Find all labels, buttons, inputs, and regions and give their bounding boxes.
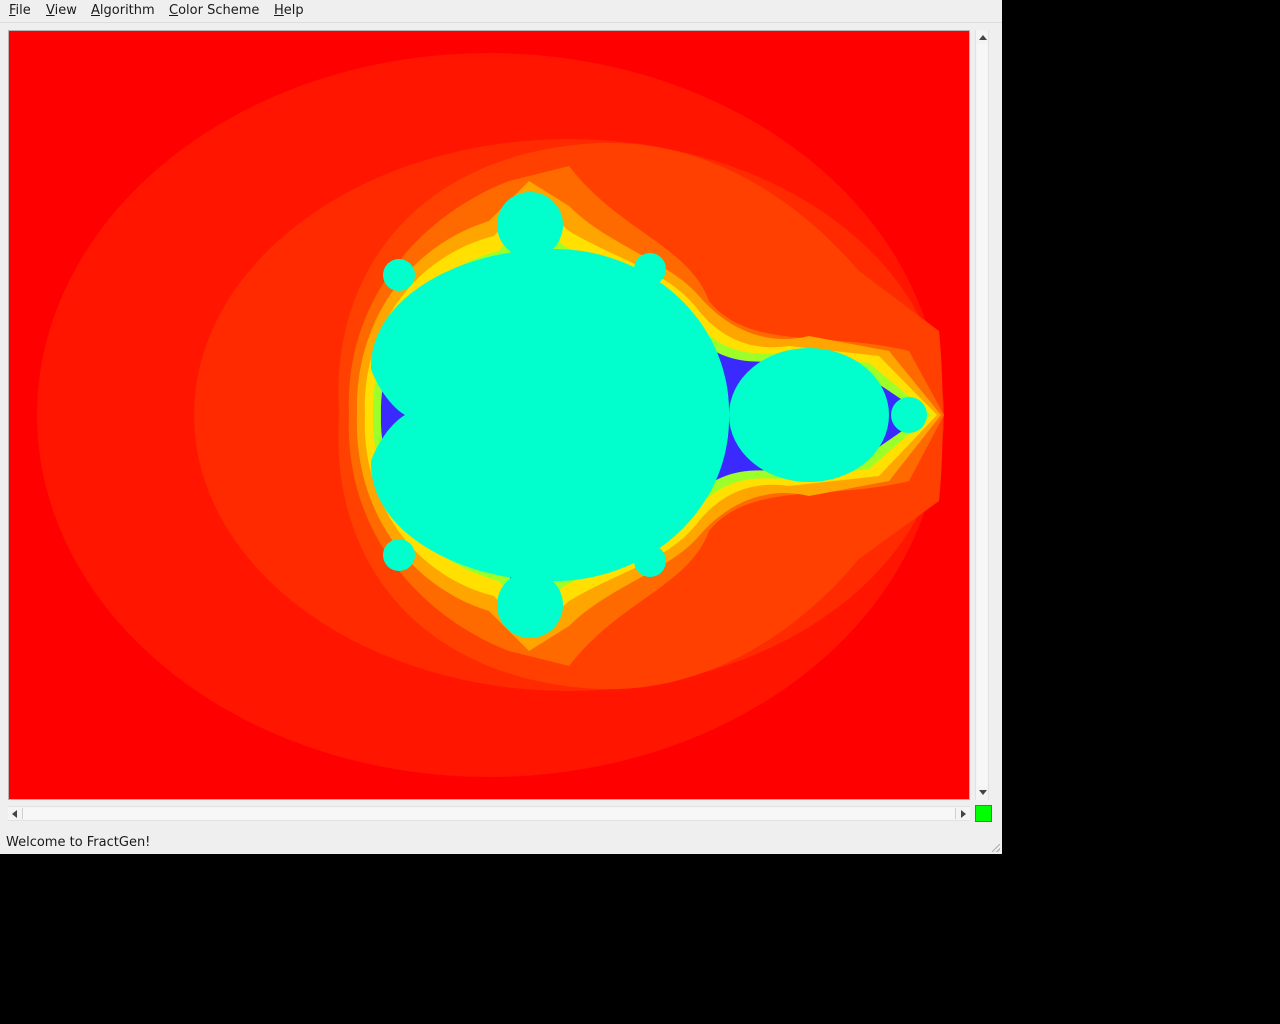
upper-bulb [497, 192, 563, 258]
fractal-canvas[interactable] [8, 30, 970, 800]
vertical-scroll-thumb[interactable] [977, 44, 987, 786]
scroll-up-icon[interactable] [979, 35, 987, 40]
menu-help[interactable]: Help [274, 3, 304, 19]
period-2-bulb [729, 348, 889, 482]
scroll-left-icon[interactable] [12, 810, 17, 818]
horizontal-scrollbar[interactable] [8, 806, 970, 821]
lower-bulb [497, 572, 563, 638]
small-bulb-lower-left [383, 539, 415, 571]
horizontal-scroll-thumb[interactable] [22, 808, 956, 819]
menu-file[interactable]: File [9, 3, 31, 19]
menu-view[interactable]: View [46, 3, 77, 19]
status-bar: Welcome to FractGen! [0, 832, 1002, 854]
menu-bar: File View Algorithm Color Scheme Help [0, 0, 1002, 23]
fractgen-window: File View Algorithm Color Scheme Help We… [0, 0, 1002, 854]
menu-algorithm[interactable]: Algorithm [91, 3, 155, 19]
period-4-bulb [891, 397, 927, 433]
scroll-down-icon[interactable] [979, 790, 987, 795]
scroll-right-icon[interactable] [961, 810, 966, 818]
menu-color-scheme[interactable]: Color Scheme [169, 3, 259, 19]
vertical-scrollbar[interactable] [975, 30, 989, 800]
small-bulb-upper-left [383, 259, 415, 291]
resize-grip-icon[interactable] [992, 844, 1000, 852]
main-cardioid [370, 249, 730, 581]
mandelbrot-image [9, 31, 969, 799]
status-message: Welcome to FractGen! [6, 835, 151, 850]
render-status-indicator [975, 805, 992, 822]
